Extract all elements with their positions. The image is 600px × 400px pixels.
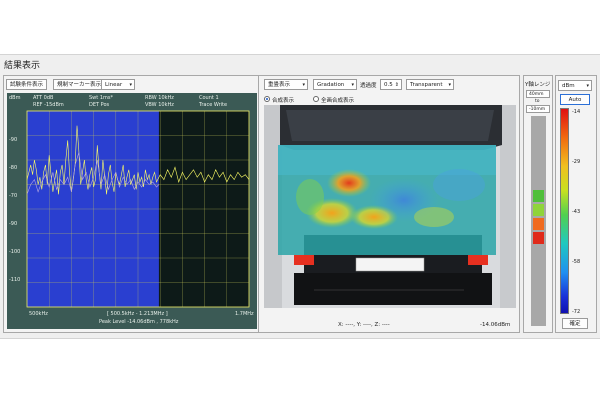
layer-block[interactable] <box>533 204 544 216</box>
y-range-label: Y軸レンジ <box>525 82 551 88</box>
colorbar-unit-value: dBm <box>562 83 575 89</box>
stepper-icon: ⇕ <box>394 82 399 88</box>
y-tick-label: -90 <box>9 221 17 227</box>
overlay-radio[interactable] <box>264 96 270 102</box>
colorbar-gradient <box>560 108 569 314</box>
transparency-label: 透過度 <box>360 83 377 89</box>
test-conditions-button[interactable]: 試験条件表示 <box>6 79 48 90</box>
y-range-top-value: 40mm <box>529 92 544 97</box>
scale-select[interactable]: Linear ▾ <box>101 79 135 90</box>
level-status: -14.06dBm <box>480 322 511 328</box>
vehicle-photo <box>264 105 516 308</box>
spectrum-display: ATT 0dB REF -15dBm Swt 1ms* DET Pos RBW … <box>7 93 257 329</box>
y-range-top-field[interactable]: 40mm <box>526 90 550 98</box>
spectrum-plot: -90 -80 -70 -90 -100 -110 <box>9 110 250 308</box>
layer-block[interactable] <box>533 190 544 202</box>
background-value: Transparent <box>410 82 443 88</box>
transparency-value: 0.5 <box>384 82 393 88</box>
y-range-bottom-field[interactable]: -10mm <box>526 105 550 113</box>
chevron-down-icon: ▾ <box>448 82 451 88</box>
colorbar-unit-select[interactable]: dBm ▾ <box>558 80 592 91</box>
colorbar-tick-label: -14 <box>572 109 581 115</box>
y-range-bottom-value: -10mm <box>529 107 546 112</box>
display-mode-select[interactable]: 重畳表示 ▾ <box>264 79 308 90</box>
colorbar-tick-label: -72 <box>572 309 581 315</box>
colorbar-tick-label: -43 <box>572 209 581 215</box>
colorbar-tick-label: -58 <box>572 259 581 265</box>
all-composite-radio-label: 全画合成表示 <box>321 98 355 104</box>
band-label: [ 500.5kHz - 1.213MHz ] <box>107 311 168 317</box>
scale-select-value: Linear <box>105 82 123 88</box>
chevron-down-icon: ▾ <box>129 82 132 88</box>
x-start-label: 500kHz <box>29 311 48 317</box>
y-range-to-label: to <box>535 99 540 104</box>
layer-block[interactable] <box>533 218 544 230</box>
coords-status: X: ----, Y: ----, Z: ---- <box>338 322 390 328</box>
confirm-button[interactable]: 確定 <box>562 318 588 329</box>
y-tick-label: -100 <box>9 249 20 255</box>
peak-label: Peak Level -14.06dBm , 778kHz <box>99 319 179 325</box>
display-mode-value: 重畳表示 <box>268 82 291 88</box>
window-title: 結果表示 <box>4 61 41 71</box>
y-tick-label: -110 <box>9 277 20 283</box>
chevron-down-icon: ▾ <box>586 83 589 89</box>
chevron-down-icon: ▾ <box>351 82 354 88</box>
transparency-input[interactable]: 0.5 ⇕ <box>380 79 402 90</box>
y-tick-label: -70 <box>9 193 17 199</box>
all-composite-radio[interactable] <box>313 96 319 102</box>
chevron-down-icon: ▾ <box>302 82 305 88</box>
auto-button[interactable]: Auto <box>560 94 590 105</box>
background-select[interactable]: Transparent ▾ <box>406 79 454 90</box>
overlay-radio-label: 合成表示 <box>272 98 295 104</box>
palette-select[interactable]: Gradation ▾ <box>313 79 357 90</box>
x-stop-label: 1.7MHz <box>235 311 254 317</box>
marker-display-button[interactable]: 規制マーカー表示 <box>53 79 106 90</box>
vehicle-image[interactable] <box>264 105 516 308</box>
y-tick-label: -80 <box>9 165 17 171</box>
y-tick-label: -90 <box>9 137 17 143</box>
colorbar-tick-label: -29 <box>572 159 581 165</box>
palette-value: Gradation <box>317 82 345 88</box>
layer-block[interactable] <box>533 232 544 244</box>
